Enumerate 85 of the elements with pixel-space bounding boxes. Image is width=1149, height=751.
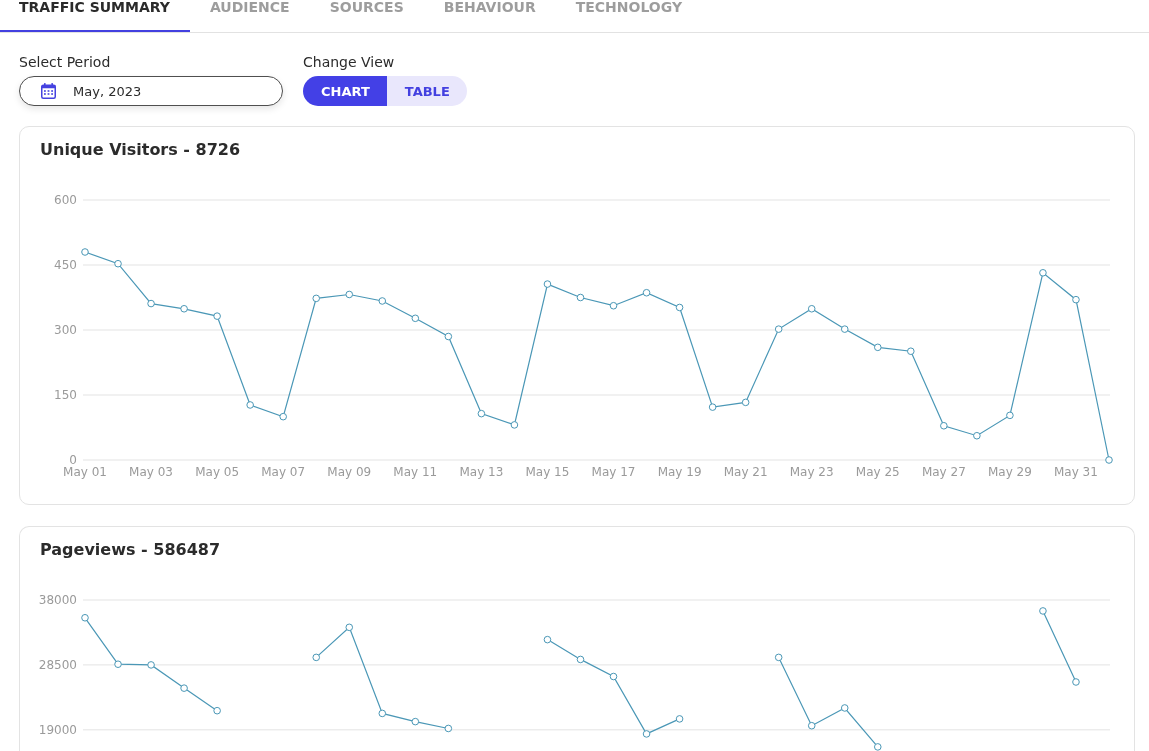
data-point <box>345 623 354 632</box>
data-point <box>213 312 221 320</box>
data-point <box>708 403 717 411</box>
y-axis-label: 300 <box>54 323 77 337</box>
data-point <box>1072 295 1080 304</box>
x-axis-label: May 17 <box>591 465 636 479</box>
data-point <box>147 299 155 308</box>
data-point <box>642 288 651 297</box>
x-axis-label: May 27 <box>921 465 966 479</box>
data-point <box>1039 269 1047 277</box>
y-axis-label: 19000 <box>38 722 77 737</box>
chart-title: Pageviews - 586487 <box>40 539 221 561</box>
data-point <box>1039 607 1047 615</box>
x-axis-label: May 11 <box>393 465 438 479</box>
y-axis-label: 0 <box>69 453 77 467</box>
x-axis-label: May 23 <box>789 465 834 479</box>
data-point <box>774 325 783 333</box>
data-point <box>114 259 122 268</box>
y-axis-label: 450 <box>54 258 77 272</box>
x-axis-label: May 05 <box>195 465 240 479</box>
data-point <box>180 304 188 313</box>
data-point <box>543 635 552 644</box>
data-point <box>774 653 783 662</box>
data-point <box>477 409 486 418</box>
chart-title: Unique Visitors - 8726 <box>40 139 241 161</box>
data-point <box>675 715 684 723</box>
data-point <box>543 280 552 288</box>
data-point <box>444 724 453 733</box>
data-point <box>873 343 882 352</box>
x-axis-label: May 25 <box>855 465 900 479</box>
x-axis-label: May 15 <box>525 465 570 479</box>
field-label: Change View <box>303 53 396 71</box>
data-point <box>378 297 387 305</box>
data-point <box>246 401 254 409</box>
data-point <box>312 294 321 303</box>
tab[interactable]: TRAFFIC SUMMARY <box>0 0 190 32</box>
data-point <box>1006 411 1014 420</box>
data-point <box>312 653 321 662</box>
data-point <box>907 347 915 356</box>
data-point <box>940 421 948 430</box>
y-axis-label: 150 <box>54 388 77 402</box>
data-point <box>576 293 585 302</box>
data-point <box>741 398 750 407</box>
x-axis-label: May 31 <box>1054 465 1098 479</box>
data-point <box>279 412 287 421</box>
x-axis-label: May 01 <box>63 465 107 479</box>
data-point <box>1105 456 1113 464</box>
x-axis-label: May 07 <box>261 465 306 479</box>
x-axis-label: May 19 <box>657 465 702 479</box>
data-point <box>609 301 618 310</box>
data-point <box>642 730 651 738</box>
x-axis-label: May 29 <box>987 465 1032 479</box>
data-point <box>213 706 221 715</box>
data-point <box>378 709 387 718</box>
date-picker-field[interactable]: May, 2023 <box>19 76 283 106</box>
view-toggle-button[interactable]: TABLE <box>386 76 467 106</box>
y-axis-label: 38000 <box>38 593 77 607</box>
data-point <box>840 325 849 333</box>
data-point <box>81 613 89 622</box>
data-point <box>840 704 849 712</box>
data-point <box>147 661 155 669</box>
x-axis-label: May 09 <box>327 465 372 479</box>
x-axis-label: May 21 <box>723 465 768 479</box>
x-axis-label: May 03 <box>129 465 173 479</box>
data-point <box>609 672 618 681</box>
data-point <box>411 717 420 726</box>
data-point <box>807 721 816 730</box>
data-point <box>807 304 816 313</box>
data-point <box>180 684 188 692</box>
data-point <box>114 660 122 669</box>
view-toggle-button[interactable]: CHART <box>303 76 387 106</box>
data-point <box>411 314 420 323</box>
field-label: Select Period <box>19 53 112 71</box>
y-axis-label: 600 <box>54 193 77 207</box>
x-axis-label: May 13 <box>459 465 504 479</box>
data-point <box>675 303 684 312</box>
y-axis-label: 28500 <box>38 657 77 672</box>
data-point <box>973 431 981 440</box>
data-point <box>1072 678 1080 686</box>
data-point <box>81 248 89 256</box>
data-point <box>510 421 519 429</box>
data-point <box>576 655 585 664</box>
calendar-icon <box>41 83 56 99</box>
data-point <box>444 332 453 341</box>
data-point <box>345 290 354 299</box>
